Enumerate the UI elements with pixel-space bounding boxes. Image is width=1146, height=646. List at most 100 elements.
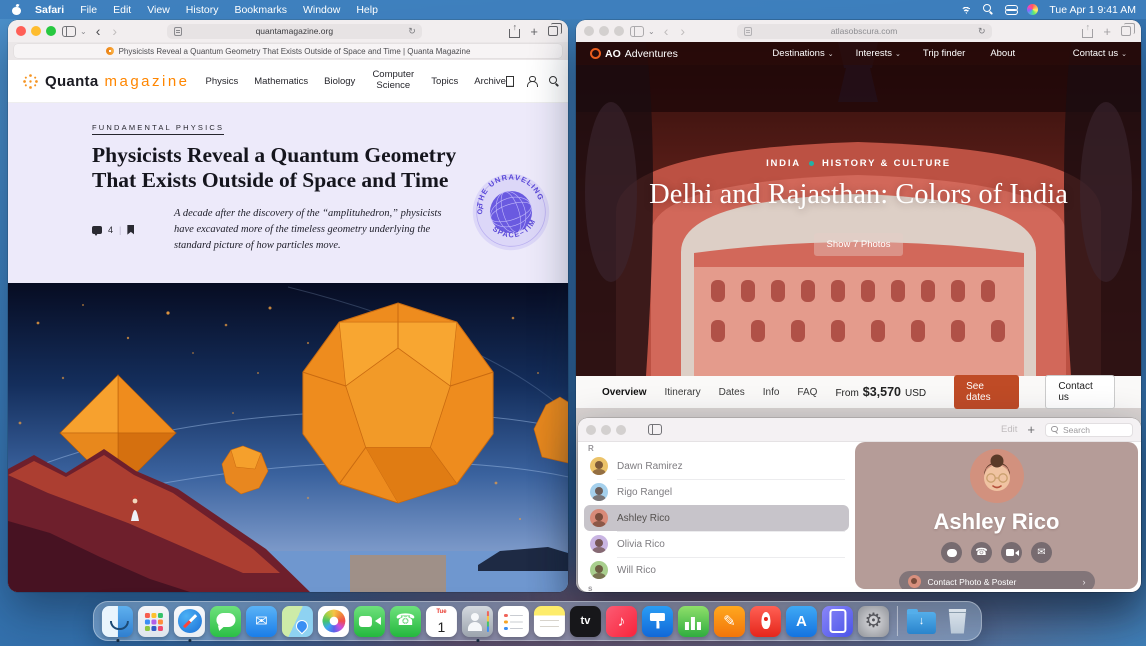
- dock-icon-pages[interactable]: ✎: [714, 606, 745, 637]
- sidebar-toggle-icon[interactable]: [630, 26, 644, 37]
- siri-icon[interactable]: [1027, 4, 1038, 15]
- menu-item[interactable]: History: [186, 4, 219, 16]
- tab-overview-icon[interactable]: [1121, 26, 1131, 36]
- sidebar-toggle-icon[interactable]: [648, 424, 662, 435]
- ao-nav-item[interactable]: Destinations⌄: [772, 48, 833, 59]
- reload-icon[interactable]: ↻: [408, 26, 416, 37]
- dock-icon-notes[interactable]: [534, 606, 565, 637]
- control-center-icon[interactable]: [1005, 5, 1016, 15]
- page-icon[interactable]: [744, 27, 752, 36]
- dock-icon-trash[interactable]: [942, 606, 973, 637]
- menu-bar-clock[interactable]: Tue Apr 1 9:41 AM: [1049, 4, 1136, 16]
- address-bar[interactable]: atlasobscura.com ↻: [737, 24, 992, 39]
- dock-icon-reminders[interactable]: [498, 606, 529, 637]
- save-article-icon[interactable]: [127, 225, 134, 235]
- close-button[interactable]: [584, 26, 594, 36]
- contact-row[interactable]: Rigo Rangel: [584, 479, 849, 505]
- bookmark-icon[interactable]: [506, 76, 514, 87]
- dock-icon-music[interactable]: ♪: [606, 606, 637, 637]
- add-contact-button[interactable]: +: [1027, 422, 1035, 437]
- contact-row[interactable]: Olivia Rico: [584, 531, 849, 557]
- contact-row[interactable]: Will Rico: [584, 557, 849, 583]
- ao-nav-item[interactable]: Trip finder: [923, 48, 968, 59]
- contacts-search-field[interactable]: Search: [1045, 423, 1133, 437]
- traffic-lights[interactable]: [16, 26, 56, 36]
- active-tab[interactable]: Physicists Reveal a Quantum Geometry Tha…: [14, 44, 562, 58]
- minimize-button[interactable]: [601, 425, 611, 435]
- sidebar-toggle-icon[interactable]: [62, 26, 76, 37]
- dock-icon-app-store[interactable]: A: [786, 606, 817, 637]
- dock-icon-keynote[interactable]: [642, 606, 673, 637]
- contact-photo-poster-row[interactable]: Contact Photo & Poster ›: [899, 571, 1095, 589]
- menu-item[interactable]: Window: [303, 4, 340, 16]
- quanta-nav-item[interactable]: Biology: [324, 76, 355, 87]
- trip-tab[interactable]: FAQ: [797, 387, 817, 398]
- dock-icon-mail[interactable]: ✉: [246, 606, 277, 637]
- dock-icon-photos[interactable]: [318, 606, 349, 637]
- breadcrumb-category[interactable]: HISTORY & CULTURE: [822, 158, 951, 169]
- dock-icon-downloads[interactable]: ↓: [906, 606, 937, 637]
- dock-icon-phone[interactable]: ☎: [390, 606, 421, 637]
- share-icon[interactable]: [1082, 25, 1093, 38]
- trip-tab[interactable]: Overview: [602, 387, 646, 398]
- traffic-lights[interactable]: [586, 425, 626, 435]
- trip-tab[interactable]: Dates: [719, 387, 745, 398]
- dock-icon-calendar[interactable]: Tue 1: [426, 606, 457, 637]
- menu-item[interactable]: View: [147, 4, 170, 16]
- menu-item[interactable]: File: [80, 4, 97, 16]
- page-icon[interactable]: [174, 27, 182, 36]
- tab-overview-icon[interactable]: [548, 26, 558, 36]
- dock-icon-finder[interactable]: [102, 606, 133, 637]
- dock-icon-maps[interactable]: [282, 606, 313, 637]
- reload-icon[interactable]: ↻: [978, 26, 986, 37]
- spotlight-icon[interactable]: [983, 4, 994, 15]
- dock-icon-launchpad[interactable]: [138, 606, 169, 637]
- dock-icon-rocket-app[interactable]: [750, 606, 781, 637]
- breadcrumb-country[interactable]: INDIA: [766, 158, 801, 169]
- menu-item[interactable]: Help: [356, 4, 378, 16]
- share-icon[interactable]: [509, 25, 520, 38]
- menu-item[interactable]: Bookmarks: [234, 4, 287, 16]
- message-button[interactable]: [941, 542, 962, 563]
- quanta-nav-item[interactable]: Physics: [206, 76, 239, 87]
- see-dates-button[interactable]: See dates: [954, 375, 1019, 409]
- apple-menu-icon[interactable]: [12, 5, 21, 15]
- show-photos-button[interactable]: Show 7 Photos: [814, 233, 904, 256]
- menu-item[interactable]: Safari: [35, 4, 64, 16]
- dock-icon-system-settings[interactable]: ⚙: [858, 606, 889, 637]
- back-button[interactable]: ‹: [661, 24, 672, 38]
- forward-button[interactable]: ›: [677, 24, 688, 38]
- trip-tab[interactable]: Itinerary: [664, 387, 700, 398]
- forward-button[interactable]: ›: [109, 24, 120, 38]
- minimize-button[interactable]: [31, 26, 41, 36]
- comment-icon[interactable]: [92, 226, 102, 234]
- close-button[interactable]: [16, 26, 26, 36]
- minimize-button[interactable]: [599, 26, 609, 36]
- contact-row[interactable]: Ashley Rico: [584, 505, 849, 531]
- zoom-button[interactable]: [616, 425, 626, 435]
- dock-icon-contacts[interactable]: [462, 606, 493, 637]
- wifi-icon[interactable]: [960, 5, 972, 14]
- dock-icon-iphone-mirroring[interactable]: [822, 606, 853, 637]
- sidebar-chevron-icon[interactable]: ⌄: [648, 27, 655, 36]
- quanta-nav-item[interactable]: Topics: [431, 76, 458, 87]
- sidebar-chevron-icon[interactable]: ⌄: [80, 27, 87, 36]
- zoom-button[interactable]: [614, 26, 624, 36]
- search-icon[interactable]: [549, 76, 560, 87]
- ao-nav-item[interactable]: Interests⌄: [856, 48, 901, 59]
- traffic-lights[interactable]: [584, 26, 624, 36]
- new-tab-icon[interactable]: +: [530, 25, 538, 38]
- address-bar[interactable]: quantamagazine.org ↻: [167, 24, 422, 39]
- new-tab-icon[interactable]: +: [1103, 25, 1111, 38]
- account-icon[interactable]: [527, 76, 536, 87]
- ao-nav-item[interactable]: About: [990, 48, 1018, 59]
- contact-detail-avatar[interactable]: [970, 449, 1024, 503]
- back-button[interactable]: ‹: [93, 24, 104, 38]
- menu-item[interactable]: Edit: [113, 4, 131, 16]
- close-button[interactable]: [586, 425, 596, 435]
- trip-tab[interactable]: Info: [763, 387, 780, 398]
- dock-icon-safari[interactable]: [174, 606, 205, 637]
- article-category[interactable]: FUNDAMENTAL PHYSICS: [92, 123, 224, 135]
- call-button[interactable]: [971, 542, 992, 563]
- quanta-logo[interactable]: Quantamagazine: [22, 73, 190, 90]
